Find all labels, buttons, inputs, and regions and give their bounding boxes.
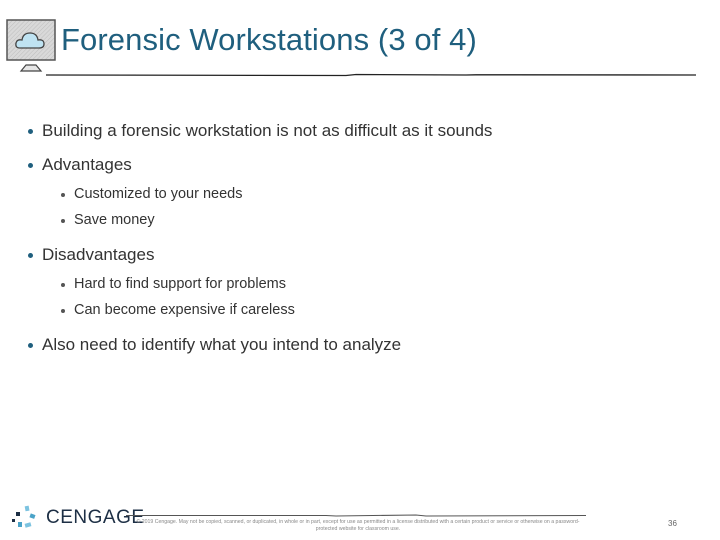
bullet-dot [61, 283, 65, 287]
bullet-dot [61, 309, 65, 313]
bullet-item: Also need to identify what you intend to… [28, 333, 708, 357]
bullet-dot [28, 129, 33, 134]
bullet-item: Advantages Customized to your needs Save… [28, 153, 708, 233]
sub-bullet-text: Save money [74, 212, 155, 228]
sub-bullet-item: Can become expensive if careless [42, 297, 708, 323]
bullet-text: Also need to identify what you intend to… [42, 335, 402, 354]
copyright-notice: © 2019 Cengage. May not be copied, scann… [136, 519, 580, 532]
sub-bullet-text: Customized to your needs [74, 186, 243, 202]
bullet-dot [28, 163, 33, 168]
bullet-text: Building a forensic workstation is not a… [42, 121, 493, 140]
sub-bullet-item: Hard to find support for problems [42, 271, 708, 297]
sub-bullet-text: Can become expensive if careless [74, 302, 295, 318]
bullet-dot [28, 343, 33, 348]
cengage-logo: CENGAGE [12, 505, 145, 531]
slide-title: Forensic Workstations (3 of 4) [61, 22, 477, 57]
bullet-list: Building a forensic workstation is not a… [28, 119, 708, 367]
page-number: 36 [668, 519, 677, 528]
slide: Forensic Workstations (3 of 4) Building … [0, 0, 720, 540]
sub-bullet-text: Hard to find support for problems [74, 276, 286, 292]
title-divider [46, 73, 696, 77]
bullet-item: Disadvantages Hard to find support for p… [28, 243, 708, 323]
footer-divider [126, 514, 586, 517]
bullet-item: Building a forensic workstation is not a… [28, 119, 708, 143]
sub-bullet-item: Save money [42, 207, 708, 233]
sub-bullet-list: Customized to your needs Save money [42, 181, 708, 233]
cengage-logo-icon [12, 505, 36, 528]
sub-bullet-list: Hard to find support for problems Can be… [42, 271, 708, 323]
sub-bullet-item: Customized to your needs [42, 181, 708, 207]
bullet-text: Disadvantages [42, 245, 155, 264]
monitor-cloud-icon [6, 19, 56, 72]
bullet-dot [28, 253, 33, 258]
bullet-dot [61, 193, 65, 197]
bullet-text: Advantages [42, 155, 132, 174]
bullet-dot [61, 219, 65, 223]
